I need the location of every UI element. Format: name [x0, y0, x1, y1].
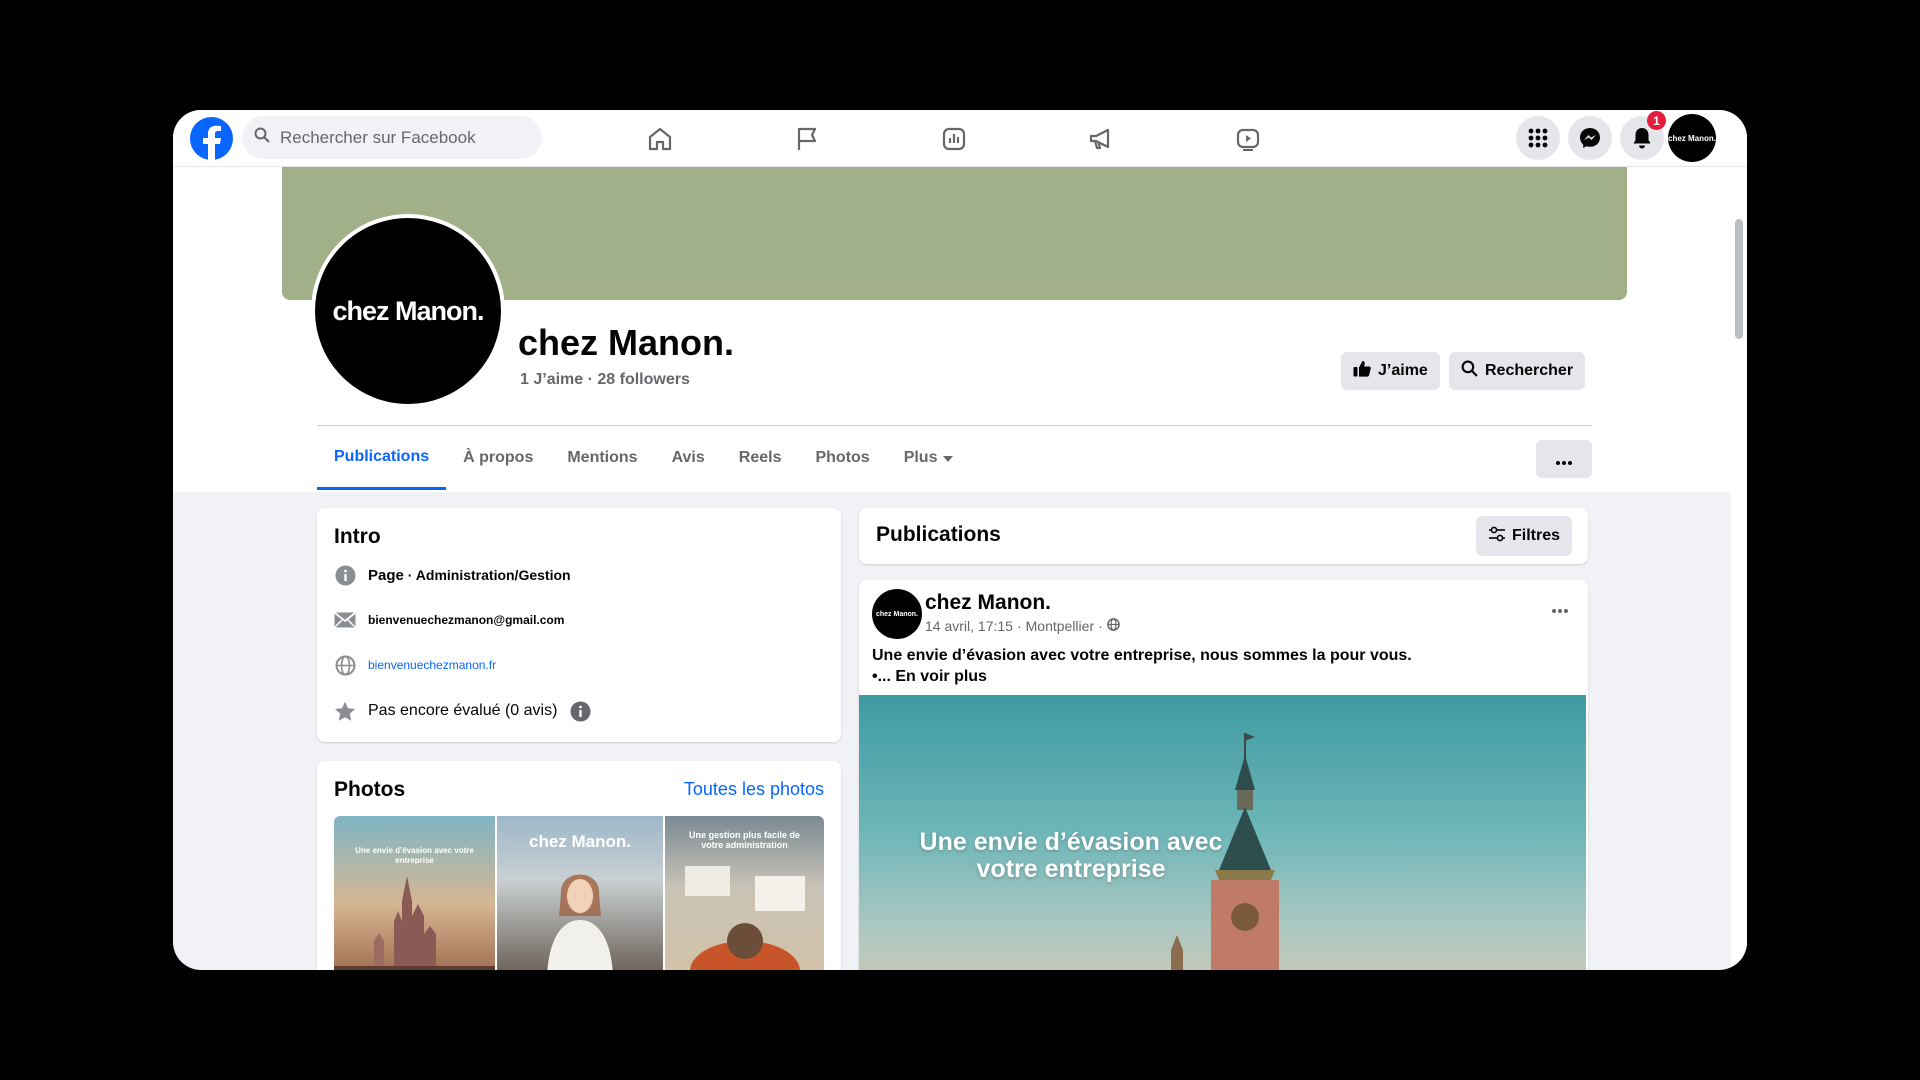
photo-thumbnail[interactable]: chez Manon.	[497, 816, 663, 970]
tab-more[interactable]: Plus	[887, 426, 971, 490]
info-icon[interactable]	[569, 700, 591, 722]
post-text-line: Une envie d’évasion avec votre entrepris…	[872, 647, 1412, 664]
see-more-link[interactable]: •... En voir plus	[872, 666, 1552, 687]
search-icon	[254, 127, 270, 148]
post-date[interactable]: 14 avril, 17:15	[925, 618, 1013, 634]
video-play-icon[interactable]	[1231, 122, 1265, 156]
intro-category-row: Page · Administration/Gestion	[334, 564, 571, 586]
tab-mentions[interactable]: Mentions	[550, 426, 654, 490]
meta-separator: ·	[1016, 618, 1022, 634]
search-bar[interactable]	[242, 116, 542, 159]
post-image[interactable]: Une envie d’évasion avec votre entrepris…	[859, 695, 1586, 970]
facebook-logo-icon[interactable]	[190, 117, 233, 160]
notifications-bell-icon[interactable]: 1	[1620, 111, 1666, 160]
photos-card: Photos Toutes les photos Une envie d’éva…	[317, 761, 841, 970]
meta-separator: ·	[1098, 618, 1103, 634]
thumbs-up-icon	[1353, 360, 1371, 382]
page-stats: 1 J’aime · 28 followers	[520, 371, 690, 389]
castle-spire-image	[1171, 733, 1279, 970]
category-prefix: Page	[368, 566, 404, 584]
tab-label: Reels	[738, 449, 782, 466]
person-image	[547, 874, 613, 970]
intro-website-row: bienvenuechezmanon.fr	[334, 654, 496, 676]
intro-rating-row: Pas encore évalué (0 avis)	[334, 700, 591, 722]
account-avatar[interactable]: chez Manon.	[1668, 114, 1716, 162]
intro-website-link[interactable]: bienvenuechezmanon.fr	[368, 658, 496, 672]
page-tabs: Publications À propos Mentions Avis Reel…	[317, 426, 970, 490]
envelope-icon	[334, 609, 356, 631]
publications-title: Publications	[876, 523, 1001, 546]
post-author-avatar[interactable]: chez Manon.	[872, 589, 922, 639]
filters-label: Filtres	[1511, 527, 1560, 544]
tab-label: À propos	[463, 449, 534, 466]
tab-reels[interactable]: Reels	[722, 426, 799, 490]
rating-text: Pas encore évalué (0 avis)	[368, 702, 558, 719]
post-card: chez Manon. chez Manon. 14 avril, 17:15 …	[859, 580, 1588, 970]
tab-label: Publications	[334, 447, 430, 465]
post-text: Une envie d’évasion avec votre entrepris…	[872, 645, 1552, 687]
search-icon	[1461, 360, 1478, 382]
tab-label: Avis	[671, 449, 705, 466]
insights-chart-icon[interactable]	[937, 122, 971, 156]
tab-label: Plus	[903, 449, 938, 466]
ellipsis-icon	[1556, 449, 1572, 470]
star-icon	[334, 700, 356, 722]
like-page-label: J’aime	[1378, 362, 1428, 379]
page-title: chez Manon.	[518, 322, 735, 363]
home-icon[interactable]	[643, 122, 677, 156]
search-page-label: Rechercher	[1485, 362, 1574, 379]
filters-button[interactable]: Filtres	[1475, 516, 1572, 556]
see-all-photos-link[interactable]: Toutes les photos	[684, 779, 824, 800]
flag-icon[interactable]	[790, 122, 824, 156]
search-input[interactable]	[280, 127, 520, 148]
top-navigation-bar: 1 chez Manon.	[173, 110, 1747, 167]
page-scrollbar[interactable]	[1731, 167, 1747, 970]
photo-thumbnail[interactable]: Une envie d’évasion avec votre entrepris…	[334, 816, 495, 970]
caret-down-icon	[943, 449, 954, 467]
like-page-button[interactable]: J’aime	[1341, 352, 1440, 390]
info-icon	[334, 564, 356, 586]
search-page-button[interactable]: Rechercher	[1449, 352, 1586, 390]
stats-separator: ·	[587, 371, 593, 388]
menu-grid-icon[interactable]	[1516, 116, 1560, 160]
megaphone-icon[interactable]	[1084, 122, 1118, 156]
tab-about[interactable]: À propos	[446, 426, 550, 490]
tab-label: Mentions	[567, 449, 638, 466]
browser-window: 1 chez Manon. chez Manon. chez Manon. 1 …	[173, 110, 1747, 970]
scrollbar-thumb[interactable]	[1735, 219, 1743, 339]
publications-header-card: Publications Filtres	[859, 508, 1588, 564]
followers-count[interactable]: 28 followers	[597, 371, 689, 388]
post-location[interactable]: Montpellier	[1026, 618, 1094, 634]
likes-count[interactable]: 1 J’aime	[520, 371, 583, 388]
desk-image	[685, 866, 805, 970]
tab-photos[interactable]: Photos	[798, 426, 886, 490]
intro-email-row: bienvenuechezmanon@gmail.com	[334, 609, 564, 631]
post-author-name[interactable]: chez Manon.	[925, 591, 1051, 615]
tab-reviews[interactable]: Avis	[655, 426, 722, 490]
post-meta: 14 avril, 17:15 · Montpellier ·	[925, 618, 1120, 634]
globe-icon	[1106, 618, 1120, 634]
tab-label: Photos	[815, 449, 870, 466]
more-options-button[interactable]	[1536, 440, 1592, 478]
messenger-icon[interactable]	[1568, 116, 1612, 160]
intro-card: Intro Page · Administration/Gestion bien…	[317, 508, 841, 742]
intro-email[interactable]: bienvenuechezmanon@gmail.com	[368, 613, 564, 627]
notification-badge: 1	[1647, 111, 1666, 130]
page-profile-picture[interactable]: chez Manon.	[311, 214, 505, 408]
filter-sliders-icon	[1488, 526, 1506, 547]
tab-publications[interactable]: Publications	[317, 426, 447, 490]
category-label: · Administration/Gestion	[403, 566, 571, 583]
photo-thumbnail[interactable]: Une gestion plus facile de votre adminis…	[665, 816, 824, 970]
castle-image	[334, 876, 495, 970]
intro-title: Intro	[334, 525, 381, 548]
photos-title: Photos	[334, 778, 406, 801]
globe-icon	[334, 654, 356, 676]
post-options-icon[interactable]	[1552, 597, 1568, 618]
